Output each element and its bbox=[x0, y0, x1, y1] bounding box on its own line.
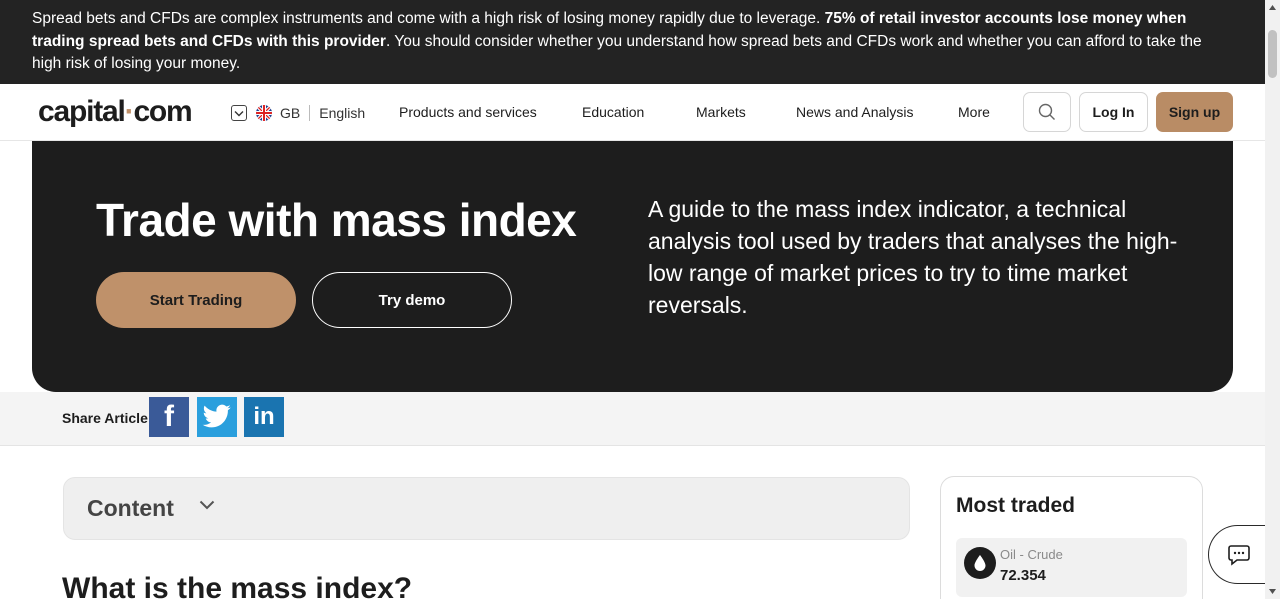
chevron-down-icon bbox=[199, 500, 215, 510]
chevron-down-icon bbox=[231, 105, 247, 121]
nav-news-and-analysis[interactable]: News and Analysis bbox=[796, 104, 914, 120]
linkedin-icon: in bbox=[253, 403, 275, 430]
most-traded-panel: Most traded Oil - Crude 72.354 bbox=[940, 476, 1203, 599]
facebook-icon: f bbox=[164, 400, 174, 433]
most-traded-title: Most traded bbox=[956, 494, 1076, 517]
nav-products-and-services[interactable]: Products and services bbox=[399, 104, 537, 120]
nav-education[interactable]: Education bbox=[582, 104, 644, 120]
content-title: Content bbox=[87, 495, 174, 521]
site-header: capital·com GB English Products and serv… bbox=[0, 84, 1265, 141]
try-demo-button[interactable]: Try demo bbox=[312, 272, 512, 328]
start-trading-button[interactable]: Start Trading bbox=[96, 272, 296, 328]
risk-warning-text: Spread bets and CFDs are complex instrum… bbox=[32, 10, 825, 27]
share-article-label: Share Article bbox=[62, 410, 148, 426]
table-of-contents-toggle[interactable]: Content bbox=[63, 477, 910, 540]
search-button[interactable] bbox=[1023, 92, 1071, 132]
nav-more[interactable]: More bbox=[958, 104, 990, 120]
language-label: English bbox=[319, 105, 366, 121]
risk-warning-banner: Spread bets and CFDs are complex instrum… bbox=[0, 0, 1265, 84]
scrollbar-thumb[interactable] bbox=[1268, 30, 1277, 78]
oil-drop-icon bbox=[964, 547, 996, 579]
article-heading: What is the mass index? bbox=[62, 572, 413, 599]
page-title: Trade with mass index bbox=[96, 194, 577, 246]
chat-button[interactable] bbox=[1208, 525, 1268, 584]
market-name: Oil - Crude bbox=[1000, 547, 1063, 562]
capital-com-logo[interactable]: capital·com bbox=[38, 95, 193, 129]
hero-description: A guide to the mass index indicator, a t… bbox=[648, 196, 1178, 318]
uk-flag-icon bbox=[256, 105, 272, 121]
twitter-share-button[interactable] bbox=[197, 397, 237, 437]
market-price: 72.354 bbox=[1000, 567, 1046, 584]
market-card[interactable]: Oil - Crude 72.354 bbox=[956, 538, 1187, 597]
vertical-scrollbar[interactable] bbox=[1265, 0, 1280, 599]
language-selector[interactable]: GB English bbox=[231, 104, 365, 122]
facebook-share-button[interactable]: f bbox=[149, 397, 189, 437]
twitter-icon bbox=[202, 404, 231, 428]
login-button[interactable]: Log In bbox=[1079, 92, 1148, 132]
linkedin-share-button[interactable]: in bbox=[244, 397, 284, 437]
hero-banner: Trade with mass index Start Trading Try … bbox=[32, 141, 1233, 392]
page: Spread bets and CFDs are complex instrum… bbox=[0, 0, 1280, 599]
scroll-down-arrow-icon[interactable] bbox=[1265, 584, 1280, 599]
search-icon bbox=[1038, 103, 1055, 120]
divider bbox=[309, 105, 311, 121]
region-code: GB bbox=[280, 105, 301, 121]
nav-markets[interactable]: Markets bbox=[696, 104, 746, 120]
chat-icon bbox=[1227, 544, 1250, 566]
logo-word-capital: capital bbox=[38, 95, 126, 128]
share-bar: Share Article f in bbox=[0, 392, 1265, 446]
logo-word-com: com bbox=[133, 95, 192, 128]
signup-button[interactable]: Sign up bbox=[1156, 92, 1233, 132]
scroll-up-arrow-icon[interactable] bbox=[1265, 0, 1280, 15]
